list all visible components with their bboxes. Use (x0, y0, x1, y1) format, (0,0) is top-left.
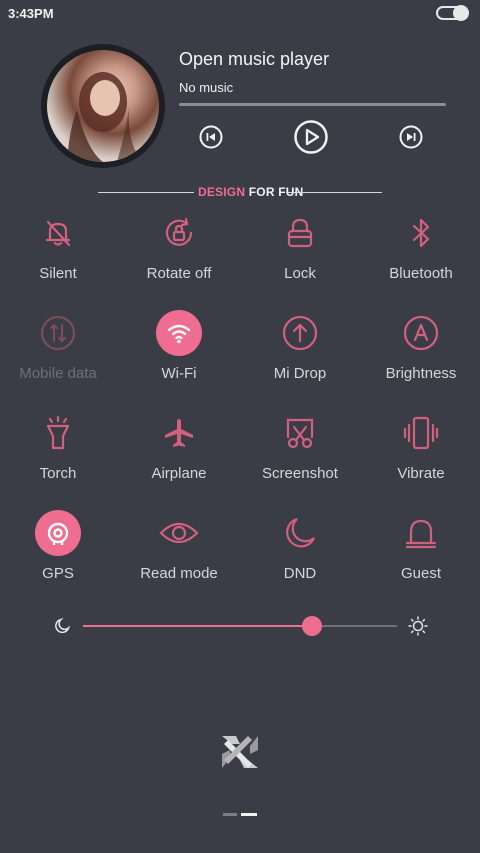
toggle-mobile-data[interactable]: Mobile data (0, 310, 118, 400)
design-banner: DESIGN FOR FUN (98, 184, 382, 200)
previous-icon (199, 125, 223, 149)
upload-arrow-icon (277, 310, 323, 356)
brightness-slider[interactable] (50, 612, 430, 640)
bluetooth-icon (398, 210, 444, 256)
theme-logo (218, 730, 262, 774)
toggle-mobile-data-label: Mobile data (19, 365, 97, 382)
bell-off-icon (35, 210, 81, 256)
toggle-guest-label: Guest (400, 565, 442, 582)
toggle-wifi-label: Wi-Fi (161, 365, 197, 382)
toggle-screenshot-label: Screenshot (262, 465, 338, 482)
toggle-airplane[interactable]: Airplane (119, 410, 239, 500)
brightness-auto-icon (398, 310, 444, 356)
toggle-gps-label: GPS (42, 565, 74, 582)
page-dot-1[interactable] (223, 813, 237, 816)
status-bar: 3:43PM (0, 0, 480, 28)
scissors-icon (277, 410, 323, 456)
toggle-silent-label: Silent (39, 265, 77, 282)
toggle-lock[interactable]: Lock (240, 210, 360, 300)
status-toggle[interactable] (436, 5, 469, 21)
toggle-brightness[interactable]: Brightness (361, 310, 480, 400)
moon-small-icon (55, 618, 70, 634)
toggle-mi-drop[interactable]: Mi Drop (240, 310, 360, 400)
lock-icon (277, 210, 323, 256)
music-progress-bar[interactable] (179, 103, 446, 106)
toggle-wifi[interactable]: Wi-Fi (119, 310, 239, 400)
next-button[interactable] (399, 125, 423, 149)
toggle-read-mode[interactable]: Read mode (119, 510, 239, 600)
sun-icon (408, 616, 428, 636)
rotate-lock-icon (156, 210, 202, 256)
page-indicator (223, 813, 259, 817)
toggle-brightness-label: Brightness (385, 365, 457, 382)
gps-icon (35, 510, 81, 556)
toggle-knob (453, 5, 469, 21)
brightness-fill (83, 625, 313, 627)
airplane-icon (156, 410, 202, 456)
banner-text-accent: DESIGN (198, 185, 246, 199)
mobile-data-icon (35, 310, 81, 356)
album-cover-image (47, 50, 159, 162)
toggle-lock-label: Lock (284, 265, 316, 282)
play-button[interactable] (294, 120, 328, 154)
toggle-gps[interactable]: GPS (0, 510, 118, 600)
toggle-bluetooth[interactable]: Bluetooth (361, 210, 480, 300)
album-art[interactable] (41, 44, 165, 168)
toggle-guest[interactable]: Guest (361, 510, 480, 600)
toggle-read-mode-label: Read mode (140, 565, 218, 582)
toggle-vibrate-label: Vibrate (397, 465, 445, 482)
status-time: 3:43PM (8, 6, 54, 21)
divider-line-right (286, 192, 382, 193)
eye-icon (156, 510, 202, 556)
brightness-thumb[interactable] (302, 616, 323, 636)
next-icon (399, 125, 423, 149)
toggle-dnd[interactable]: DND (240, 510, 360, 600)
moon-icon (277, 510, 323, 556)
divider-line-left (98, 192, 194, 193)
toggle-bluetooth-label: Bluetooth (389, 265, 453, 282)
toggle-airplane-label: Airplane (151, 465, 207, 482)
toggle-torch-label: Torch (39, 465, 77, 482)
wifi-icon (156, 310, 202, 356)
toggle-vibrate[interactable]: Vibrate (361, 410, 480, 500)
toggle-silent[interactable]: Silent (0, 210, 118, 300)
toggle-torch[interactable]: Torch (0, 410, 118, 500)
previous-button[interactable] (199, 125, 223, 149)
torch-icon (35, 410, 81, 456)
toggle-mi-drop-label: Mi Drop (273, 365, 327, 382)
toggle-rotate[interactable]: Rotate off (119, 210, 239, 300)
vibrate-icon (398, 410, 444, 456)
toggle-dnd-label: DND (283, 565, 317, 582)
page-dot-2[interactable] (241, 813, 257, 816)
toggle-rotate-label: Rotate off (146, 265, 212, 282)
guest-icon (398, 510, 444, 556)
music-subtitle: No music (179, 80, 234, 95)
play-icon (294, 120, 328, 154)
music-title[interactable]: Open music player (179, 49, 329, 70)
toggle-screenshot[interactable]: Screenshot (240, 410, 360, 500)
brightness-track[interactable] (83, 625, 397, 627)
